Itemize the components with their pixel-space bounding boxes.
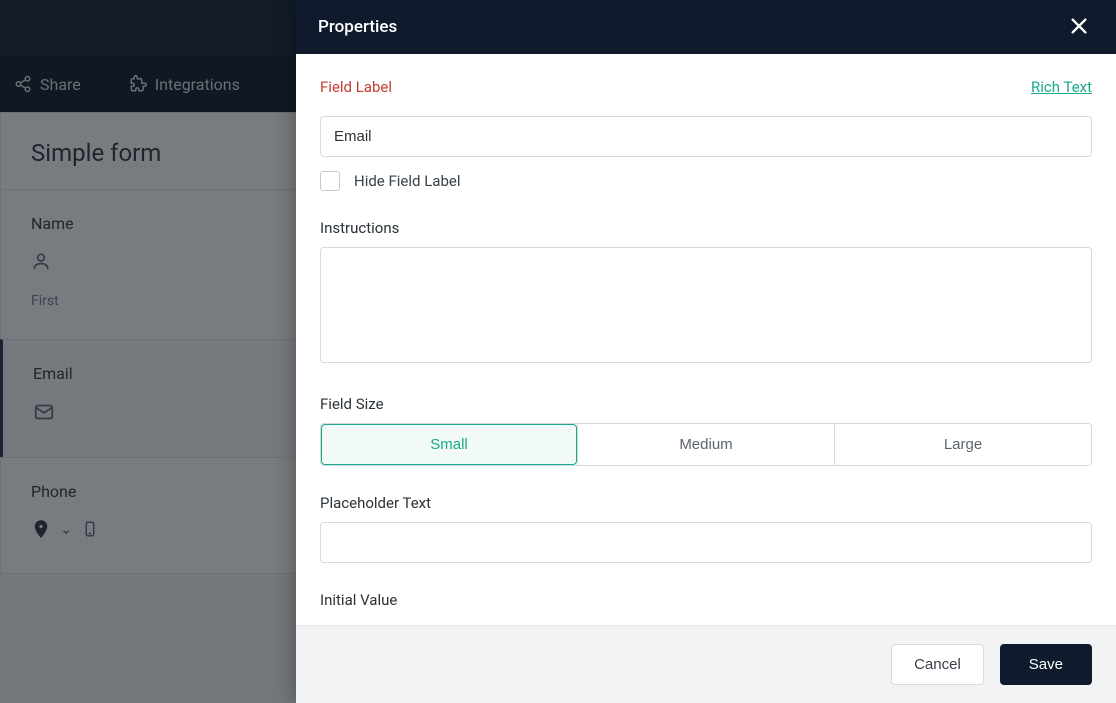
field-label-input[interactable] (320, 116, 1092, 157)
panel-footer: Cancel Save (296, 625, 1116, 703)
cancel-button[interactable]: Cancel (891, 644, 984, 685)
close-icon (1068, 15, 1090, 37)
field-label-title: Field Label (320, 78, 392, 96)
placeholder-label: Placeholder Text (320, 494, 1092, 512)
field-size-label: Field Size (320, 395, 1092, 413)
properties-panel: Properties Field Label Rich Text Hide Fi… (296, 0, 1116, 703)
instructions-label: Instructions (320, 219, 1092, 237)
panel-header: Properties (296, 0, 1116, 54)
field-size-segmented: Small Medium Large (320, 423, 1092, 466)
instructions-input[interactable] (320, 247, 1092, 363)
size-option-large[interactable]: Large (834, 424, 1091, 465)
panel-title: Properties (318, 17, 397, 37)
hide-field-label-text: Hide Field Label (354, 172, 460, 190)
size-option-small[interactable]: Small (321, 424, 577, 465)
save-button[interactable]: Save (1000, 644, 1092, 685)
panel-body: Field Label Rich Text Hide Field Label I… (296, 54, 1116, 625)
size-option-medium[interactable]: Medium (577, 424, 834, 465)
rich-text-link[interactable]: Rich Text (1031, 78, 1092, 96)
hide-field-label-checkbox[interactable] (320, 171, 340, 191)
placeholder-input[interactable] (320, 522, 1092, 563)
initial-value-label: Initial Value (320, 591, 1092, 609)
close-button[interactable] (1064, 11, 1094, 44)
